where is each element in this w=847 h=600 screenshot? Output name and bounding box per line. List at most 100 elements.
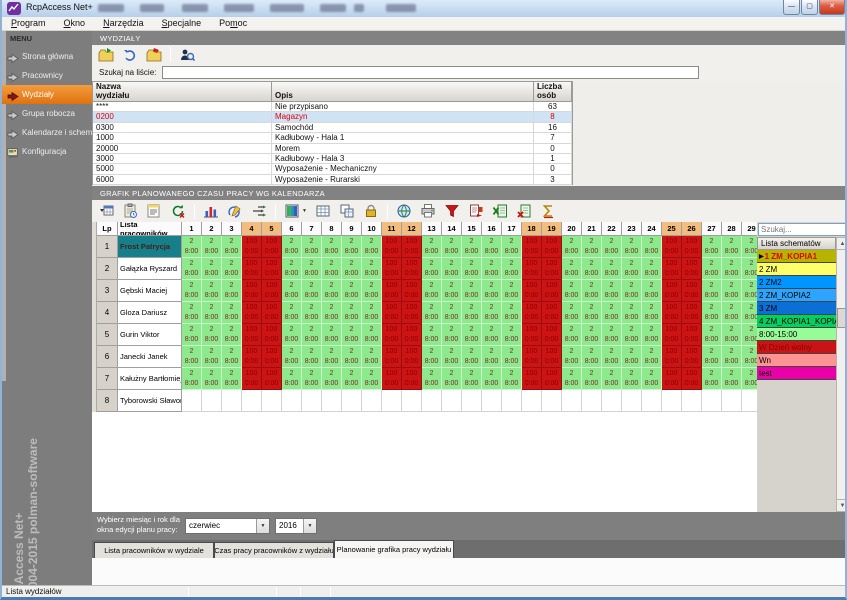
undo-arrow-icon[interactable] [122,47,138,63]
grid-schedule-cell[interactable]: 1000:00 [262,280,282,302]
grid-schedule-cell[interactable] [442,390,462,412]
grid-schedule-cell[interactable] [242,390,262,412]
grid-schedule-cell[interactable]: 28:00 [702,302,722,324]
grid-worker-name[interactable]: Gębski Maciej [118,280,182,302]
grid-schedule-cell[interactable]: 28:00 [222,258,242,280]
grid-worker-name[interactable]: Kałużny Bartłomiej [118,368,182,390]
grid-schedule-cell[interactable]: 28:00 [442,236,462,258]
grid-schedule-cell[interactable]: 1000:00 [382,324,402,346]
grid-schedule-cell[interactable]: 1000:00 [542,302,562,324]
grid-schedule-cell[interactable]: 1000:00 [242,324,262,346]
grid-schedule-cell[interactable] [582,390,602,412]
grid-schedule-cell[interactable] [342,390,362,412]
grid-schedule-cell[interactable]: 28:00 [182,346,202,368]
grid-schedule-cell[interactable] [722,390,742,412]
schema-item-test[interactable]: test [757,367,836,380]
grid-day-header[interactable]: 13 [422,222,442,236]
doc-export-icon[interactable] [468,203,484,219]
grid-schedule-cell[interactable]: 28:00 [342,368,362,390]
grid-schedule-cell[interactable]: 1000:00 [662,302,682,324]
grid-schedule-cell[interactable]: 1000:00 [522,302,542,324]
grid-schedule-cell[interactable]: 28:00 [302,302,322,324]
grid-schedule-cell[interactable]: 28:00 [222,236,242,258]
grid-day-header[interactable]: 27 [702,222,722,236]
grid-schedule-cell[interactable]: 1000:00 [662,258,682,280]
grid-schedule-cell[interactable]: 28:00 [642,368,662,390]
grid-schedule-cell[interactable]: 28:00 [422,346,442,368]
grid-schedule-cell[interactable]: 28:00 [282,346,302,368]
grid-schedule-cell[interactable]: 28:00 [322,258,342,280]
grid-schedule-cell[interactable] [482,390,502,412]
refresh-icon[interactable] [170,203,186,219]
grid-schedule-cell[interactable] [542,390,562,412]
schemas-scrollbar-thumb[interactable] [837,308,847,328]
grid-day-header[interactable]: 6 [282,222,302,236]
grid-schedule-cell[interactable]: 28:00 [602,236,622,258]
grid-worker-name[interactable]: Tyborowski Sławomir [118,390,182,412]
undo-pencil-icon[interactable] [227,203,243,219]
grid-schedule-cell[interactable]: 28:00 [642,236,662,258]
grid-schedule-cell[interactable]: 1000:00 [242,302,262,324]
grid-schedule-cell[interactable]: 28:00 [642,258,662,280]
grid-schedule-cell[interactable]: 1000:00 [242,236,262,258]
grid-schedule-cell[interactable]: 28:00 [722,258,742,280]
schemas-scroll-down-icon[interactable]: ▼ [836,499,847,512]
grid-schedule-cell[interactable]: 28:00 [742,368,757,390]
grid-schedule-cell[interactable]: 28:00 [502,258,522,280]
grid-schedule-cell[interactable]: 28:00 [562,302,582,324]
grid-schedule-cell[interactable]: 28:00 [202,324,222,346]
grid-schedule-cell[interactable]: 28:00 [302,258,322,280]
grid-schedule-cell[interactable]: 28:00 [722,368,742,390]
grid-schedule-cell[interactable]: 28:00 [462,236,482,258]
grid-schedule-cell[interactable]: 28:00 [642,324,662,346]
schemas-scrollbar[interactable] [836,250,847,499]
grid-schedule-cell[interactable]: 28:00 [482,258,502,280]
grid-schedule-cell[interactable]: 28:00 [622,368,642,390]
grid-schedule-cell[interactable]: 28:00 [702,368,722,390]
grid-schedule-cell[interactable]: 28:00 [602,280,622,302]
schema-item-2-zm-kopia2[interactable]: 2 ZM_KOPIA2 [757,289,836,302]
grid-day-header[interactable]: 8 [322,222,342,236]
grid-schedule-cell[interactable]: 1000:00 [382,236,402,258]
grid-schedule-cell[interactable]: 1000:00 [522,258,542,280]
grid-schedule-cell[interactable]: 1000:00 [262,368,282,390]
grid-schedule-cell[interactable]: 28:00 [582,346,602,368]
grid-schedule-cell[interactable]: 1000:00 [662,324,682,346]
grid-schedule-cell[interactable]: 1000:00 [542,236,562,258]
grid-day-header[interactable]: 20 [562,222,582,236]
grid-schedule-cell[interactable]: 28:00 [362,346,382,368]
grid-day-header[interactable]: 9 [342,222,362,236]
grid-schedule-cell[interactable]: 1000:00 [682,236,702,258]
grid-schedule-cell[interactable]: 28:00 [202,236,222,258]
grid-schedule-cell[interactable]: 28:00 [462,302,482,324]
grid-schedule-cell[interactable]: 28:00 [362,280,382,302]
grid-schedule-cell[interactable]: 1000:00 [522,324,542,346]
filter-icon[interactable] [444,203,460,219]
grid-schedule-cell[interactable] [322,390,342,412]
grid-schedule-cell[interactable]: 28:00 [462,258,482,280]
grid-schedule-cell[interactable]: 1000:00 [682,368,702,390]
grid-schedule-cell[interactable]: 1000:00 [262,324,282,346]
grid-day-header[interactable]: 3 [222,222,242,236]
grid-schedule-cell[interactable]: 28:00 [462,324,482,346]
grid-schedule-cell[interactable]: 28:00 [502,280,522,302]
grid-day-header[interactable]: 14 [442,222,462,236]
department-row[interactable]: ****Nie przypisano63 [93,102,572,112]
grid-schedule-cell[interactable]: 28:00 [302,236,322,258]
grid-schedule-cell[interactable]: 28:00 [322,324,342,346]
grid-schedule-cell[interactable]: 28:00 [182,324,202,346]
grid-day-header[interactable]: 24 [642,222,662,236]
grid-schedule-cell[interactable]: 28:00 [222,302,242,324]
grid-schedule-cell[interactable]: 28:00 [582,324,602,346]
menu-item-okno[interactable]: Okno [55,17,95,30]
grid-day-header[interactable]: 23 [622,222,642,236]
department-row[interactable]: 3000Kadłubowy - Hala 31 [93,154,572,164]
folder-open-add-icon[interactable] [98,47,114,63]
grid-schedule-cell[interactable]: 28:00 [702,236,722,258]
grid-schedule-cell[interactable]: 28:00 [622,280,642,302]
lock-icon[interactable] [363,203,379,219]
grid-schedule-cell[interactable]: 28:00 [562,258,582,280]
schema-item-8-00-15-00[interactable]: 8:00-15:00 [757,328,836,341]
grid-schedule-cell[interactable]: 28:00 [702,324,722,346]
bar-chart-icon[interactable] [203,203,219,219]
